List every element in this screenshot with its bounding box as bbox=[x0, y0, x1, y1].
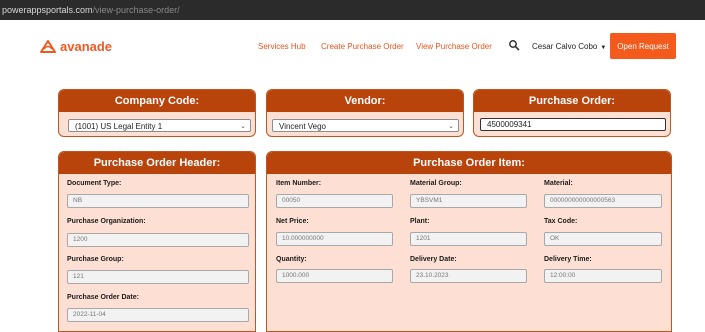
chevron-down-icon: ⌄ bbox=[240, 123, 246, 130]
material-group-field[interactable]: YBSVM1 bbox=[410, 194, 527, 208]
vendor-value: Vincent Vego bbox=[279, 122, 327, 131]
user-menu[interactable]: Cesar Calvo Cobo ▼ bbox=[532, 42, 606, 51]
plant-label: Plant: bbox=[410, 218, 430, 225]
purchase-order-input[interactable]: 4500009341 bbox=[480, 118, 666, 131]
quantity-field[interactable]: 1000.000 bbox=[276, 269, 393, 283]
company-code-panel: Company Code: (1001) US Legal Entity 1 ⌄ bbox=[58, 89, 256, 137]
delivery-date-field[interactable]: 23.10.2023 bbox=[410, 269, 527, 283]
company-code-value: (1001) US Legal Entity 1 bbox=[75, 122, 163, 131]
net-price-field[interactable]: 10.000000000 bbox=[276, 232, 393, 246]
caret-down-icon: ▼ bbox=[600, 45, 607, 51]
url-host: powerappsportals.com bbox=[2, 5, 93, 15]
delivery-date-label: Delivery Date: bbox=[410, 256, 457, 263]
purchase-order-date-label: Purchase Order Date: bbox=[67, 294, 139, 301]
company-code-select[interactable]: (1001) US Legal Entity 1 ⌄ bbox=[68, 119, 251, 132]
top-navbar: avanade Services Hub Create Purchase Ord… bbox=[0, 20, 705, 76]
brand-logo[interactable]: avanade bbox=[40, 39, 112, 54]
search-icon[interactable] bbox=[508, 39, 520, 51]
url-path: /view-purchase-order/ bbox=[92, 5, 180, 15]
delivery-time-label: Delivery Time: bbox=[544, 256, 592, 263]
po-header-title: Purchase Order Header: bbox=[59, 152, 255, 174]
document-type-field[interactable]: NB bbox=[67, 194, 249, 208]
vendor-select[interactable]: Vincent Vego ⌄ bbox=[272, 119, 459, 132]
material-field[interactable]: 000000000000000563 bbox=[544, 194, 662, 208]
purchase-organization-label: Purchase Organization: bbox=[67, 218, 146, 225]
material-label: Material: bbox=[544, 180, 573, 187]
nav-view-purchase-order[interactable]: View Purchase Order bbox=[416, 42, 492, 51]
tax-code-label: Tax Code: bbox=[544, 218, 578, 225]
item-number-field[interactable]: 00050 bbox=[276, 194, 393, 208]
avanade-logo-icon bbox=[40, 40, 56, 53]
purchase-order-title: Purchase Order: bbox=[474, 90, 670, 112]
purchase-group-field[interactable]: 121 bbox=[67, 270, 249, 284]
net-price-label: Net Price: bbox=[276, 218, 309, 225]
url-bar[interactable]: powerappsportals.com/view-purchase-order… bbox=[0, 0, 705, 20]
vendor-title: Vendor: bbox=[267, 90, 463, 112]
company-code-title: Company Code: bbox=[59, 90, 255, 112]
po-item-title: Purchase Order Item: bbox=[267, 152, 671, 174]
delivery-time-field[interactable]: 12:00:00 bbox=[544, 269, 662, 283]
document-type-label: Document Type: bbox=[67, 180, 122, 187]
po-item-panel: Purchase Order Item: Item Number: 00050 … bbox=[266, 151, 672, 332]
nav-services-hub[interactable]: Services Hub bbox=[258, 42, 306, 51]
po-header-panel: Purchase Order Header: Document Type: NB… bbox=[58, 151, 256, 332]
plant-field[interactable]: 1201 bbox=[410, 232, 527, 246]
purchase-group-label: Purchase Group: bbox=[67, 256, 124, 263]
open-request-button[interactable]: Open Request bbox=[610, 33, 676, 59]
brand-name: avanade bbox=[60, 39, 113, 54]
quantity-label: Quantity: bbox=[276, 256, 307, 263]
chevron-down-icon: ⌄ bbox=[448, 123, 454, 130]
purchase-order-panel: Purchase Order: 4500009341 bbox=[473, 89, 671, 137]
purchase-organization-field[interactable]: 1200 bbox=[67, 233, 249, 247]
purchase-order-date-field[interactable]: 2022-11-04 bbox=[67, 308, 249, 322]
material-group-label: Material Group: bbox=[410, 180, 462, 187]
user-name: Cesar Calvo Cobo bbox=[532, 42, 598, 51]
item-number-label: Item Number: bbox=[276, 180, 322, 187]
nav-create-purchase-order[interactable]: Create Purchase Order bbox=[321, 42, 404, 51]
tax-code-field[interactable]: OK bbox=[544, 232, 662, 246]
vendor-panel: Vendor: Vincent Vego ⌄ bbox=[266, 89, 464, 137]
